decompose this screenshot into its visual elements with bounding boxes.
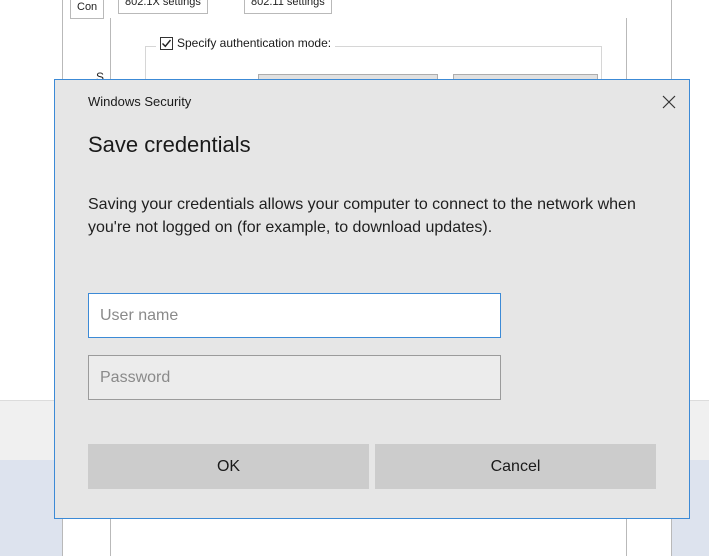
tab-8021x-settings[interactable]: 802.1X settings bbox=[118, 0, 208, 14]
checkmark-icon bbox=[162, 39, 172, 47]
tab-connection[interactable]: Con bbox=[70, 0, 105, 19]
specify-auth-mode-label: Specify authentication mode: bbox=[177, 36, 332, 50]
dialog-caption: Windows Security bbox=[88, 94, 192, 109]
username-input[interactable] bbox=[88, 293, 501, 338]
password-input[interactable] bbox=[88, 355, 501, 400]
specify-auth-mode-row[interactable]: Specify authentication mode: bbox=[156, 36, 336, 50]
close-button[interactable] bbox=[655, 88, 683, 116]
dialog-heading: Save credentials bbox=[88, 132, 251, 157]
dialog-message: Saving your credentials allows your comp… bbox=[88, 196, 636, 236]
close-icon bbox=[662, 95, 676, 109]
specify-auth-mode-checkbox[interactable] bbox=[160, 36, 173, 50]
cancel-button[interactable]: Cancel bbox=[375, 444, 656, 489]
tab-80211-settings[interactable]: 802.11 settings bbox=[244, 0, 332, 14]
ok-button[interactable]: OK bbox=[88, 444, 369, 489]
windows-security-dialog: Windows Security Save credentials Saving… bbox=[54, 79, 690, 519]
